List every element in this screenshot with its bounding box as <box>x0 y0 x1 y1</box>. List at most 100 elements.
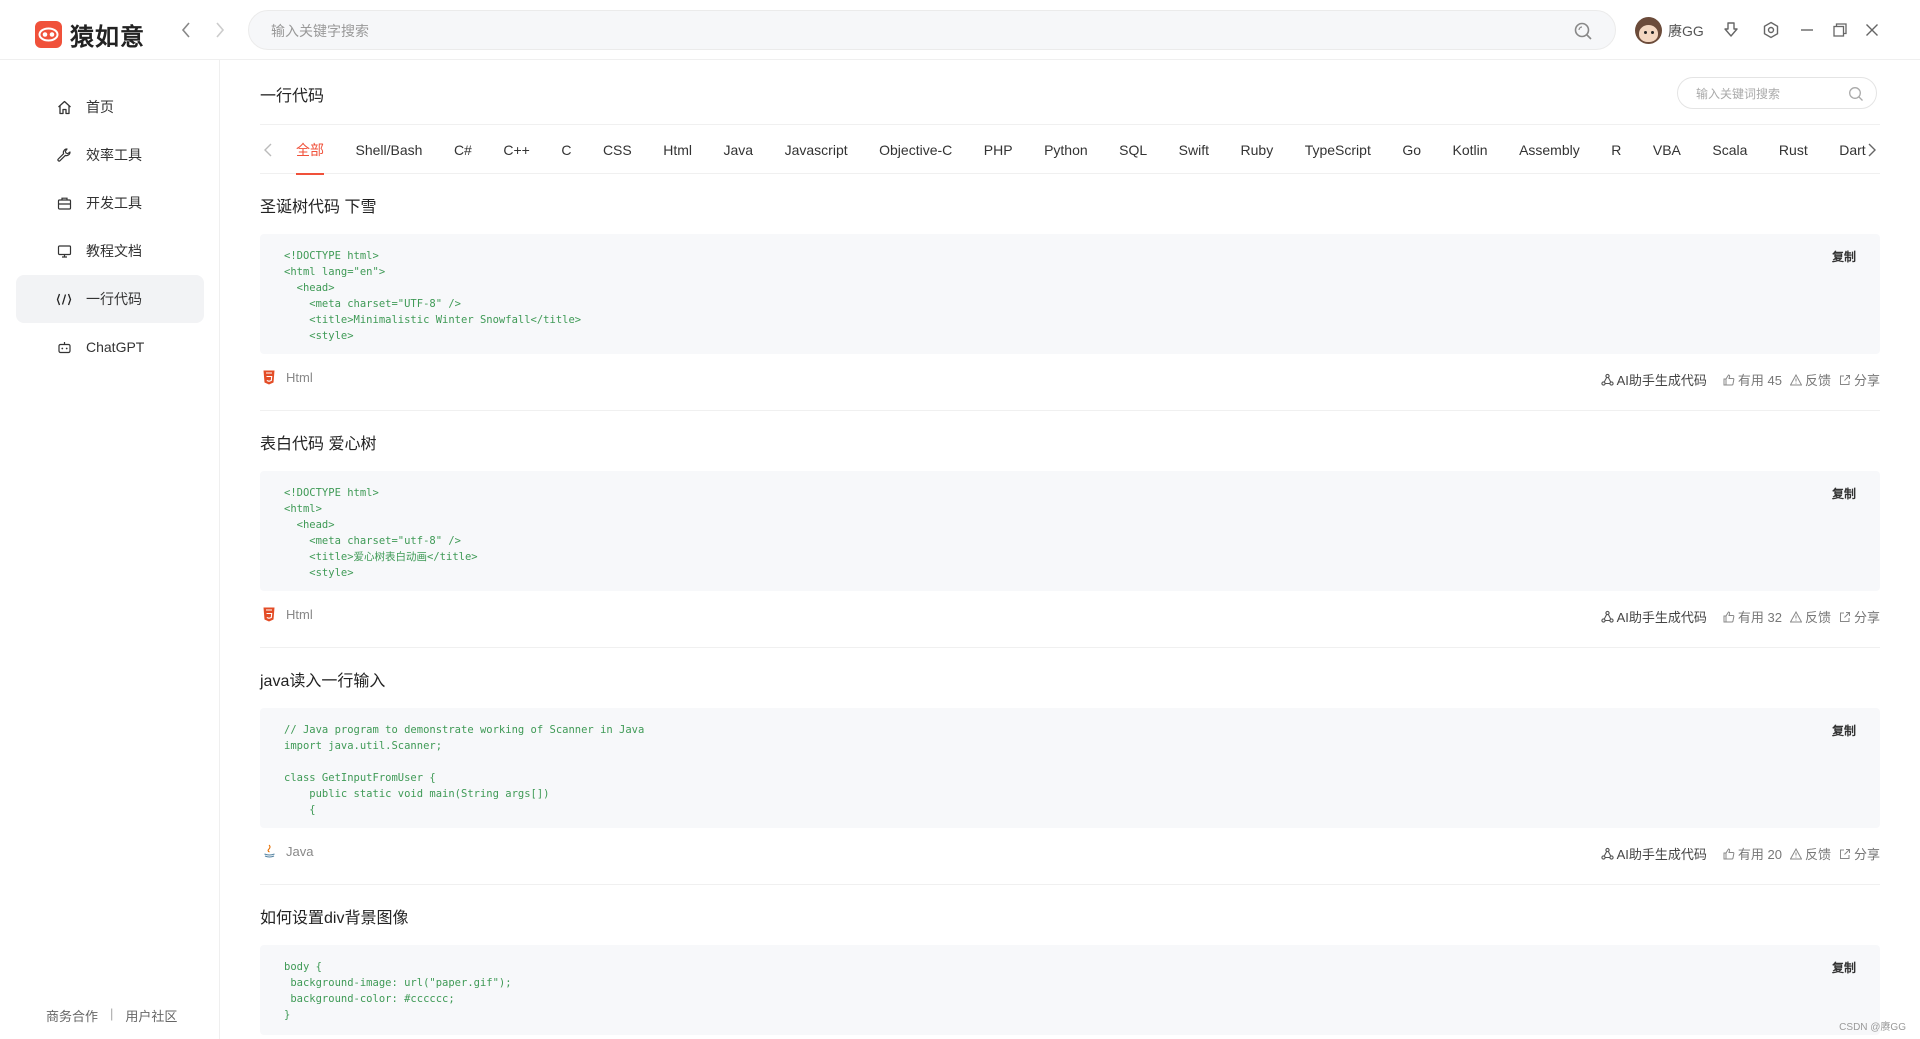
tab-21[interactable]: Scala <box>1712 125 1747 175</box>
share-button[interactable]: 分享 <box>1839 370 1880 389</box>
snippet-title[interactable]: 圣诞树代码 下雪 <box>260 196 1880 220</box>
global-search-input[interactable] <box>271 20 1521 42</box>
snippet-actions: AI助手生成代码 有用 20 反馈 分享 <box>1600 844 1880 863</box>
sidebar-item-tutorials[interactable]: 教程文档 <box>16 227 204 275</box>
code-block: <!DOCTYPE html> <html lang="en"> <head> … <box>260 234 1880 354</box>
snippet-divider <box>260 884 1880 885</box>
copy-button[interactable]: 复制 <box>1832 722 1856 739</box>
forward-arrow-icon[interactable] <box>210 18 230 42</box>
business-cooperation-link[interactable]: 商务合作 <box>46 1006 98 1025</box>
sidebar-item-dev-tools[interactable]: 开发工具 <box>16 179 204 227</box>
keyword-search-box <box>1677 77 1877 109</box>
snippet-title[interactable]: 表白代码 爱心树 <box>260 433 1880 457</box>
chevron-left-icon[interactable] <box>260 140 276 160</box>
user-profile[interactable]: 赓GG <box>1635 17 1704 44</box>
sidebar-item-chatgpt[interactable]: ChatGPT <box>16 323 204 371</box>
language-tabs: 全部 Shell/Bash C# C++ C CSS Html Java Javascript O… <box>260 124 1880 175</box>
sidebar-footer: 商务合作 | 用户社区 <box>46 1006 177 1025</box>
snippet-title[interactable]: java读入一行输入 <box>260 670 1880 694</box>
tab-list: 全部 Shell/Bash C# C++ C CSS Html Java Javascript O… <box>296 125 1866 175</box>
code-snippet-card: java读入一行输入 // Java program to demonstrat… <box>260 670 1880 885</box>
snippet-title[interactable]: 如何设置div背景图像 <box>260 907 1880 931</box>
settings-gear-icon[interactable] <box>1761 20 1781 40</box>
feedback-button[interactable]: 反馈 <box>1789 844 1831 863</box>
code-text: body { background-image: url("paper.gif"… <box>284 961 512 1021</box>
copy-button[interactable]: 复制 <box>1832 959 1856 976</box>
copy-button[interactable]: 复制 <box>1832 485 1856 502</box>
tab-19[interactable]: R <box>1611 125 1621 175</box>
feedback-button[interactable]: 反馈 <box>1789 370 1831 389</box>
feedback-label: 反馈 <box>1804 373 1831 388</box>
tab-4[interactable]: C <box>561 125 571 175</box>
toolbox-icon <box>56 195 72 211</box>
tab-15[interactable]: TypeScript <box>1305 125 1371 175</box>
snippet-footer: Html AI助手生成代码 有用 45 反馈 分享 <box>260 366 1880 390</box>
tab-0[interactable]: 全部 <box>296 125 324 175</box>
tab-20[interactable]: VBA <box>1653 125 1681 175</box>
tab-11[interactable]: Python <box>1044 125 1088 175</box>
avatar[interactable] <box>1635 17 1662 44</box>
useful-button[interactable]: 有用 20 <box>1723 844 1782 863</box>
tab-18[interactable]: Assembly <box>1519 125 1580 175</box>
useful-button[interactable]: 有用 45 <box>1723 370 1782 389</box>
tab-1[interactable]: Shell/Bash <box>356 125 423 175</box>
tab-23[interactable]: Dart <box>1839 125 1865 175</box>
username[interactable]: 赓GG <box>1668 21 1704 41</box>
snippet-actions: AI助手生成代码 有用 45 反馈 分享 <box>1600 370 1880 389</box>
tab-7[interactable]: Java <box>724 125 754 175</box>
restore-window-icon[interactable] <box>1830 20 1850 40</box>
code-snippet-card: 圣诞树代码 下雪 <!DOCTYPE html> <html lang="en"… <box>260 196 1880 411</box>
ai-generate-button[interactable]: AI助手生成代码 <box>1600 607 1707 626</box>
ai-generate-button[interactable]: AI助手生成代码 <box>1600 370 1707 389</box>
user-community-link[interactable]: 用户社区 <box>125 1006 177 1025</box>
sidebar: 首页 效率工具 开发工具 教程文档 一行代码 ChatGPT 商务合作 | 用户… <box>0 60 220 1039</box>
sidebar-item-home[interactable]: 首页 <box>16 83 204 131</box>
share-button[interactable]: 分享 <box>1839 844 1880 863</box>
tab-14[interactable]: Ruby <box>1241 125 1274 175</box>
search-icon[interactable] <box>1848 86 1864 102</box>
share-button[interactable]: 分享 <box>1839 607 1880 626</box>
tab-12[interactable]: SQL <box>1119 125 1147 175</box>
sidebar-item-label: 效率工具 <box>86 147 142 163</box>
tab-17[interactable]: Kotlin <box>1453 125 1488 175</box>
search-icon[interactable] <box>1573 21 1593 41</box>
top-bar: 猿如意 赓GG <box>0 0 1920 60</box>
tab-22[interactable]: Rust <box>1779 125 1808 175</box>
useful-count: 有用 20 <box>1737 847 1782 862</box>
minimize-icon[interactable] <box>1797 20 1817 40</box>
snippet-language: Html <box>262 368 313 386</box>
sidebar-item-label: 首页 <box>86 99 114 115</box>
back-arrow-icon[interactable] <box>176 18 196 42</box>
download-icon[interactable] <box>1721 20 1741 40</box>
tab-2[interactable]: C# <box>454 125 472 175</box>
close-icon[interactable] <box>1862 20 1882 40</box>
global-search-bar <box>248 10 1616 50</box>
app-logo-icon <box>35 21 62 48</box>
tab-9[interactable]: Objective-C <box>879 125 952 175</box>
robot-icon <box>56 339 72 355</box>
tab-13[interactable]: Swift <box>1179 125 1209 175</box>
ai-generate-button[interactable]: AI助手生成代码 <box>1600 844 1707 863</box>
keyword-search-input[interactable] <box>1696 85 1836 103</box>
tab-16[interactable]: Go <box>1402 125 1421 175</box>
feedback-label: 反馈 <box>1804 610 1831 625</box>
feedback-button[interactable]: 反馈 <box>1789 607 1831 626</box>
share-icon <box>1839 374 1850 385</box>
html5-icon <box>262 368 276 386</box>
sidebar-item-efficiency-tools[interactable]: 效率工具 <box>16 131 204 179</box>
tab-5[interactable]: CSS <box>603 125 632 175</box>
warning-icon <box>1789 610 1802 622</box>
tab-10[interactable]: PHP <box>984 125 1013 175</box>
share-icon <box>1839 611 1850 622</box>
snippet-footer: Java AI助手生成代码 有用 20 反馈 分享 <box>260 840 1880 864</box>
tab-6[interactable]: Html <box>663 125 692 175</box>
copy-button[interactable]: 复制 <box>1832 248 1856 265</box>
sidebar-item-one-line-code[interactable]: 一行代码 <box>16 275 204 323</box>
app-logo[interactable]: 猿如意 <box>35 17 145 52</box>
useful-button[interactable]: 有用 32 <box>1723 607 1782 626</box>
tab-3[interactable]: C++ <box>503 125 529 175</box>
tab-8[interactable]: Javascript <box>785 125 848 175</box>
useful-count: 有用 45 <box>1737 373 1782 388</box>
chevron-right-icon[interactable] <box>1864 140 1880 160</box>
sidebar-item-label: 开发工具 <box>86 195 142 211</box>
